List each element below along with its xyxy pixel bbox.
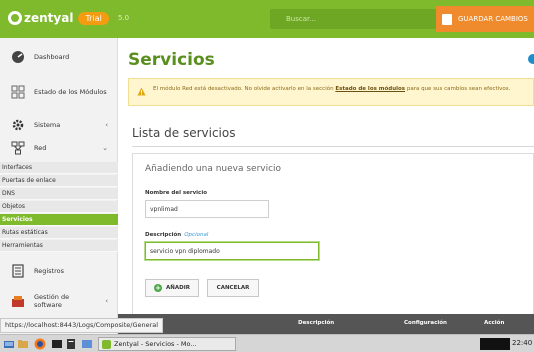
description-label: Descripción Opcional xyxy=(145,232,208,238)
column-header-action[interactable]: Acción xyxy=(484,320,504,326)
sidebar-subitem-services[interactable]: Servicios xyxy=(0,214,118,226)
sidebar-item-logs[interactable]: Registros xyxy=(0,260,118,282)
description-field[interactable] xyxy=(145,242,319,260)
dashboard-icon xyxy=(10,49,26,65)
services-table-header: Nombre del servicio Descripción Configur… xyxy=(118,314,534,334)
brand-name: zentyal xyxy=(24,11,74,25)
add-button[interactable]: + AÑADIR xyxy=(145,279,199,297)
add-service-form: Añadiendo una nueva servicio Nombre del … xyxy=(132,153,534,321)
show-desktop-icon[interactable] xyxy=(82,339,92,349)
file-manager-icon[interactable] xyxy=(18,339,28,349)
add-button-label: AÑADIR xyxy=(166,285,190,291)
warning-text: El módulo Red está desactivado. No olvid… xyxy=(153,85,534,93)
modules-icon xyxy=(10,84,26,100)
edition-badge: Trial xyxy=(78,11,109,25)
main-content: Servicios El módulo Red está desactivado… xyxy=(118,38,534,334)
sidebar-subitem-dns[interactable]: DNS xyxy=(0,188,118,200)
chevron-left-icon: ‹ xyxy=(105,297,108,305)
sidebar-subitem-objects[interactable]: Objetos xyxy=(0,201,118,213)
zentyal-logo[interactable]: zentyal Trial xyxy=(8,11,109,25)
warning-icon xyxy=(137,87,146,96)
sidebar-item-label: Red xyxy=(34,144,47,152)
taskbar: Zentyal - Servicios - Mo... 22:40 xyxy=(0,334,534,352)
sidebar-subitem-static-routes[interactable]: Rutas estáticas xyxy=(0,227,118,239)
optional-label: Opcional xyxy=(184,232,209,238)
page-title: Servicios xyxy=(128,50,215,70)
form-subtitle: Añadiendo una nueva servicio xyxy=(145,164,282,174)
save-changes-button[interactable]: GUARDAR CAMBIOS xyxy=(436,6,534,32)
description-label-text: Descripción xyxy=(145,232,182,238)
sidebar-item-label: Estado de los Módulos xyxy=(34,88,107,96)
sidebar-item-label: Gestión de software xyxy=(34,293,70,309)
terminal-icon[interactable] xyxy=(52,339,62,349)
clock[interactable]: 22:40 xyxy=(512,339,532,347)
window-app-icon xyxy=(102,339,111,349)
column-header-description[interactable]: Descripción xyxy=(298,320,334,326)
start-menu-icon[interactable] xyxy=(4,339,14,349)
help-icon[interactable] xyxy=(528,54,534,64)
logo-mark-icon xyxy=(8,11,22,25)
sidebar-item-network[interactable]: Red ⌄ xyxy=(0,138,118,158)
firefox-icon[interactable] xyxy=(34,338,46,350)
taskbar-window-zentyal[interactable]: Zentyal - Servicios - Mo... xyxy=(98,337,236,351)
version-label: 5.0 xyxy=(118,14,130,22)
warning-message: El módulo Red está desactivado. No olvid… xyxy=(153,86,336,92)
service-name-label: Nombre del servicio xyxy=(145,190,207,196)
chevron-left-icon: ‹ xyxy=(105,121,108,129)
text-editor-icon[interactable] xyxy=(66,339,76,349)
status-bar-url: https://localhost:8443/Logs/Composite/Ge… xyxy=(0,318,164,333)
service-name-field[interactable] xyxy=(145,200,269,218)
sidebar-subitem-gateways[interactable]: Puertas de enlace xyxy=(0,175,118,187)
search-input[interactable] xyxy=(270,9,440,29)
chevron-down-icon: ⌄ xyxy=(102,144,108,152)
top-bar: zentyal Trial 5.0 GUARDAR CAMBIOS xyxy=(0,0,534,38)
cancel-button[interactable]: CANCELAR xyxy=(207,279,259,297)
software-icon xyxy=(10,293,26,309)
save-changes-label: GUARDAR CAMBIOS xyxy=(458,15,528,23)
system-tray[interactable] xyxy=(480,338,510,350)
divider xyxy=(132,146,534,147)
sidebar-item-dashboard[interactable]: Dashboard xyxy=(0,48,118,66)
logs-icon xyxy=(10,263,26,279)
sidebar-item-module-status[interactable]: Estado de los Módulos xyxy=(0,82,118,102)
sidebar-item-label: Sistema xyxy=(34,121,61,129)
sidebar: Dashboard Estado de los Módulos Sistema … xyxy=(0,38,118,334)
window-title: Zentyal - Servicios - Mo... xyxy=(114,340,197,348)
disk-icon xyxy=(442,13,452,25)
column-header-configuration[interactable]: Configuración xyxy=(404,320,447,326)
sidebar-item-software[interactable]: Gestión de software ‹ xyxy=(0,290,118,312)
plus-icon: + xyxy=(154,284,163,292)
sidebar-subitem-tools[interactable]: Herramientas xyxy=(0,240,118,252)
sidebar-item-system[interactable]: Sistema ‹ xyxy=(0,116,118,134)
sidebar-item-label: Dashboard xyxy=(34,53,70,61)
warning-message-end: para que sus cambios sean efectivos. xyxy=(405,86,511,92)
module-status-link[interactable]: Estado de los módulos xyxy=(335,86,405,92)
sidebar-item-label: Registros xyxy=(34,267,64,275)
warning-banner: El módulo Red está desactivado. No olvid… xyxy=(128,78,534,106)
network-icon xyxy=(10,140,26,156)
gear-icon xyxy=(10,117,26,133)
sidebar-subitem-interfaces[interactable]: Interfaces xyxy=(0,162,118,174)
section-title: Lista de servicios xyxy=(132,126,236,140)
